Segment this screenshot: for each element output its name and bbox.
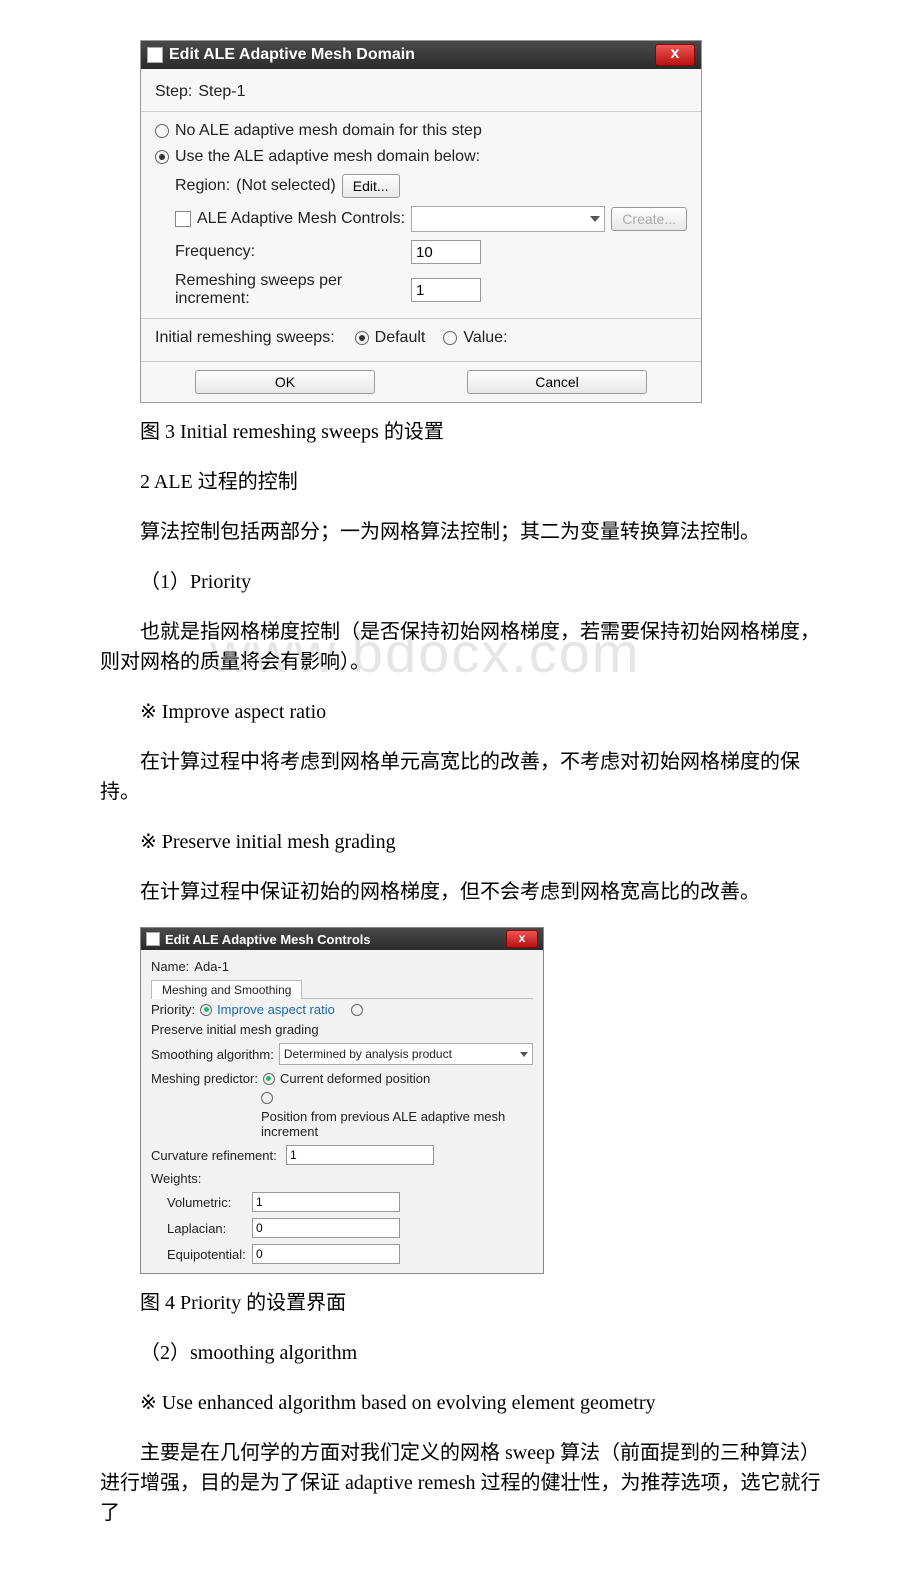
radio-no-domain-label: No ALE adaptive mesh domain for this ste… [175,122,482,140]
sweeps-input[interactable] [411,278,481,302]
weight-laplacian-label: Laplacian: [167,1221,247,1236]
initial-sweeps-label: Initial remeshing sweeps: [155,329,335,347]
weight-equipotential-input[interactable] [252,1244,400,1264]
controls-dropdown[interactable] [411,206,605,232]
step-value: Step-1 [198,83,245,101]
dialog-title: Edit ALE Adaptive Mesh Controls [165,932,371,947]
predictor-opt-current: Current deformed position [280,1071,430,1086]
paragraph: 也就是指网格梯度控制（是否保持初始网格梯度，若需要保持初始网格梯度，则对网格的质… [100,617,830,677]
ale-domain-dialog: Edit ALE Adaptive Mesh Domain x Step: St… [140,40,702,403]
weights-label: Weights: [151,1171,201,1186]
section-heading-2: 2 ALE 过程的控制 [100,467,830,497]
chevron-down-icon [520,1052,528,1057]
edit-region-button[interactable]: Edit... [342,174,400,198]
weight-volumetric-input[interactable] [252,1192,400,1212]
controls-checkbox[interactable] [175,211,191,227]
frequency-label: Frequency: [175,243,405,261]
radio-default-label: Default [375,329,426,347]
app-icon [146,932,160,946]
bullet-preserve: ※ Preserve initial mesh grading [100,827,830,857]
predictor-label: Meshing predictor: [151,1071,258,1086]
radio-preserve-grading[interactable] [351,1004,363,1016]
close-icon[interactable]: x [655,44,695,66]
ale-controls-dialog: Edit ALE Adaptive Mesh Controls x Name: … [140,927,544,1274]
smoothing-dropdown[interactable]: Determined by analysis product [279,1043,533,1065]
radio-use-domain[interactable] [155,150,169,164]
paragraph: 主要是在几何学的方面对我们定义的网格 sweep 算法（前面提到的三种算法）进行… [100,1438,830,1528]
radio-no-domain[interactable] [155,124,169,138]
create-button[interactable]: Create... [611,207,687,231]
weight-laplacian-input[interactable] [252,1218,400,1238]
predictor-opt-previous: Position from previous ALE adaptive mesh… [261,1109,533,1139]
region-value: (Not selected) [236,177,336,195]
smoothing-heading: （2）smoothing algorithm [100,1338,830,1368]
priority-opt-improve: Improve aspect ratio [217,1002,335,1017]
weight-volumetric-label: Volumetric: [167,1195,247,1210]
name-label: Name: [151,959,189,974]
priority-opt-preserve: Preserve initial mesh grading [151,1022,319,1037]
curvature-input[interactable] [286,1145,434,1165]
bullet-improve: ※ Improve aspect ratio [100,697,830,727]
radio-value[interactable] [443,331,457,345]
figure-4-caption: 图 4 Priority 的设置界面 [100,1288,830,1318]
radio-current-deformed[interactable] [263,1073,275,1085]
smoothing-label: Smoothing algorithm: [151,1047,274,1062]
frequency-input[interactable] [411,240,481,264]
close-icon[interactable]: x [506,930,538,948]
priority-label: Priority: [151,1002,195,1017]
ok-button[interactable]: OK [195,370,375,394]
dialog-title: Edit ALE Adaptive Mesh Domain [169,46,415,64]
chevron-down-icon [590,216,600,222]
cancel-button[interactable]: Cancel [467,370,647,394]
radio-previous-increment[interactable] [261,1092,273,1104]
dialog-titlebar: Edit ALE Adaptive Mesh Domain x [141,41,701,69]
radio-use-domain-label: Use the ALE adaptive mesh domain below: [175,148,480,166]
priority-heading: （1）Priority [100,567,830,597]
bullet-enhanced: ※ Use enhanced algorithm based on evolvi… [100,1388,830,1418]
tab-meshing-smoothing[interactable]: Meshing and Smoothing [151,980,302,999]
smoothing-value: Determined by analysis product [284,1047,452,1061]
controls-label: ALE Adaptive Mesh Controls: [197,210,405,228]
curvature-label: Curvature refinement: [151,1148,281,1163]
sweeps-label: Remeshing sweeps per increment: [175,272,405,308]
radio-improve-aspect[interactable] [200,1004,212,1016]
name-value: Ada-1 [194,959,229,974]
paragraph: 算法控制包括两部分；一为网格算法控制；其二为变量转换算法控制。 [100,517,830,547]
weight-equipotential-label: Equipotential: [167,1247,247,1262]
paragraph: 在计算过程中保证初始的网格梯度，但不会考虑到网格宽高比的改善。 [100,877,830,907]
paragraph: 在计算过程中将考虑到网格单元高宽比的改善，不考虑对初始网格梯度的保持。 [100,747,830,807]
app-icon [147,47,163,63]
dialog-titlebar: Edit ALE Adaptive Mesh Controls x [141,928,543,950]
radio-default[interactable] [355,331,369,345]
region-label: Region: [175,177,230,195]
step-label: Step: [155,83,192,101]
radio-value-label: Value: [463,329,507,347]
figure-3-caption: 图 3 Initial remeshing sweeps 的设置 [100,417,830,447]
